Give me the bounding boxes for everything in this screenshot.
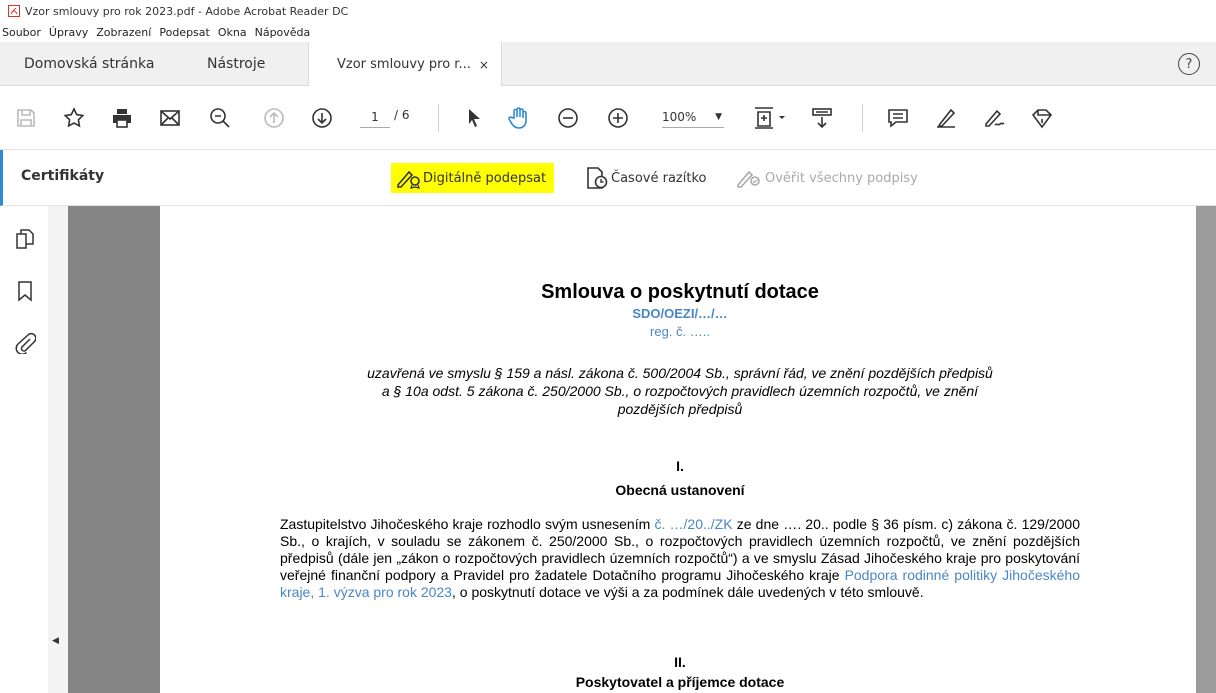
section-paragraph: Zastupitelstvo Jihočeského kraje rozhodl… xyxy=(280,516,1080,601)
hand-tool-icon[interactable] xyxy=(506,106,530,130)
star-icon[interactable] xyxy=(62,106,86,130)
zoom-level-select[interactable]: 100% ▼ xyxy=(662,106,724,128)
paragraph-text: Zastupitelstvo Jihočeského kraje rozhodl… xyxy=(280,516,655,532)
page-total-label: / 6 xyxy=(394,108,410,122)
digitally-sign-button[interactable]: Digitálně podepsat xyxy=(391,163,555,193)
verify-signature-icon xyxy=(737,170,760,188)
menu-bar: Soubor Úpravy Zobrazení Podepsat Okna Ná… xyxy=(0,22,1216,42)
verify-all-signatures-button[interactable]: Ověřit všechny podpisy xyxy=(735,163,918,193)
menu-item-view[interactable]: Zobrazení xyxy=(96,26,151,39)
document-preamble: uzavřená ve smyslu § 159 a násl. zákona … xyxy=(280,364,1080,418)
timestamp-icon xyxy=(587,167,608,189)
side-panel-handle[interactable] xyxy=(48,206,68,693)
scrolling-mode-icon[interactable] xyxy=(810,106,834,130)
menu-item-edit[interactable]: Úpravy xyxy=(49,26,88,39)
comment-icon[interactable] xyxy=(886,106,910,130)
section-title: Obecná ustanovení xyxy=(615,482,745,498)
bookmark-icon[interactable] xyxy=(14,280,36,302)
vertical-scrollbar[interactable] xyxy=(1196,206,1216,693)
viewer-margin-left xyxy=(68,206,160,693)
window-title: Vzor smlouvy pro rok 2023.pdf - Adobe Ac… xyxy=(25,4,349,18)
timestamp-button[interactable]: Časové razítko xyxy=(585,163,706,193)
tab-home[interactable]: Domovská stránka xyxy=(24,42,154,86)
fill-sign-icon[interactable] xyxy=(982,106,1006,130)
tab-bar: Domovská stránka Nástroje Vzor smlouvy p… xyxy=(0,42,1216,87)
preamble-line: uzavřená ve smyslu § 159 a násl. zákona … xyxy=(367,365,993,381)
save-icon[interactable] xyxy=(14,106,38,130)
page-thumbnails-icon[interactable] xyxy=(14,228,36,250)
sign-pen-icon xyxy=(397,170,420,189)
toolbar-divider xyxy=(862,104,863,132)
chevron-down-icon: ▼ xyxy=(715,112,722,122)
toolbar-divider xyxy=(438,104,439,132)
pdf-page: Smlouva o poskytnutí dotace SDO/OEZI/…/…… xyxy=(160,206,1196,693)
preamble-line: a § 10a odst. 5 zákona č. 250/2000 Sb., … xyxy=(381,383,979,399)
previous-page-icon[interactable] xyxy=(262,106,286,130)
close-tab-icon[interactable]: × xyxy=(479,58,489,72)
highlight-pen-icon[interactable] xyxy=(934,106,958,130)
tab-document[interactable]: Vzor smlouvy pro r... × xyxy=(308,42,502,87)
paragraph-placeholder: č. …/20../ZK xyxy=(654,516,733,532)
page-number-input[interactable]: 1 xyxy=(360,106,390,128)
verify-all-signatures-label: Ověřit všechny podpisy xyxy=(765,170,918,186)
select-cursor-icon[interactable] xyxy=(462,106,486,130)
section-number: I. xyxy=(676,458,684,474)
title-bar: Vzor smlouvy pro rok 2023.pdf - Adobe Ac… xyxy=(0,0,1216,22)
menu-item-sign[interactable]: Podepsat xyxy=(159,26,210,39)
timestamp-label: Časové razítko xyxy=(611,170,707,186)
acrobat-app-icon xyxy=(8,5,20,17)
zoom-level-value: 100% xyxy=(662,110,697,124)
main-toolbar: 1 / 6 100% ▼ xyxy=(0,86,1216,150)
menu-item-help[interactable]: Nápověda xyxy=(255,26,311,39)
navigation-sidebar xyxy=(0,206,48,693)
document-reg-number: reg. č. ….. xyxy=(650,324,710,339)
zoom-out-icon[interactable] xyxy=(556,106,580,130)
digitally-sign-label: Digitálně podepsat xyxy=(423,170,547,186)
section-number: II. xyxy=(674,654,686,670)
help-icon[interactable]: ? xyxy=(1178,53,1200,75)
next-page-icon[interactable] xyxy=(310,106,334,130)
collapse-panel-icon[interactable]: ◀ xyxy=(52,636,59,646)
fit-page-icon[interactable] xyxy=(752,106,788,130)
certificates-title: Certifikáty xyxy=(21,168,105,184)
section-title: Poskytovatel a příjemce dotace xyxy=(575,674,785,690)
more-tools-icon[interactable] xyxy=(1030,106,1054,130)
print-icon[interactable] xyxy=(110,106,134,130)
paragraph-text: , o poskytnutí dotace ve výši a za podmí… xyxy=(451,584,924,600)
document-title: Smlouva o poskytnutí dotace xyxy=(541,281,819,303)
document-code: SDO/OEZI/…/… xyxy=(632,306,728,321)
tab-document-label: Vzor smlouvy pro r... xyxy=(337,57,471,72)
menu-item-file[interactable]: Soubor xyxy=(2,26,41,39)
search-zoom-icon[interactable] xyxy=(208,106,232,130)
tab-tools[interactable]: Nástroje xyxy=(207,42,265,86)
zoom-in-icon[interactable] xyxy=(606,106,630,130)
certificates-toolbar: Certifikáty Digitálně podepsat Časové ra… xyxy=(0,150,1216,206)
menu-item-window[interactable]: Okna xyxy=(218,26,247,39)
preamble-line: pozdějších předpisů xyxy=(617,401,743,417)
email-icon[interactable] xyxy=(158,106,182,130)
attachment-icon[interactable] xyxy=(14,332,36,354)
